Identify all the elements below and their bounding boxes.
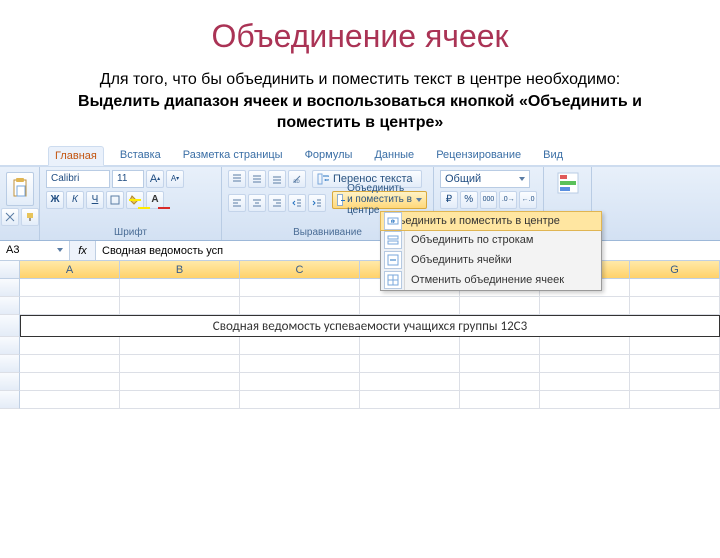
align-left-button[interactable] — [228, 194, 246, 212]
align-right-icon — [272, 198, 282, 208]
tab-insert[interactable]: Вставка — [114, 146, 167, 165]
instruction-bold: Выделить диапазон ячеек и воспользоватьс… — [78, 93, 642, 132]
increase-decimal-button[interactable]: .0→ — [499, 191, 517, 209]
instruction-plain: Для того, что бы объединить и поместить … — [100, 71, 620, 88]
tab-home[interactable]: Главная — [48, 146, 104, 166]
fx-label[interactable]: fx — [70, 241, 96, 260]
font-group: Calibri 11 A▴ A▾ Ж К Ч A Шрифт — [40, 167, 222, 240]
decrease-decimal-button[interactable]: ←.0 — [519, 191, 537, 209]
increase-indent-button[interactable] — [308, 194, 326, 212]
column-header-a[interactable]: A — [20, 261, 120, 278]
border-icon — [110, 195, 120, 205]
chevron-down-icon — [416, 198, 422, 202]
column-headers: A B C D E F G — [0, 261, 720, 279]
percent-button[interactable]: % — [460, 191, 478, 209]
align-center-icon — [252, 198, 262, 208]
ribbon: Calibri 11 A▴ A▾ Ж К Ч A Шрифт — [0, 166, 720, 241]
name-box[interactable]: A3 — [0, 241, 70, 260]
merge-cells-icon — [384, 251, 402, 269]
merge-cells-label: Объединить ячейки — [411, 254, 512, 266]
formula-bar: A3 fx Сводная ведомость усп — [0, 241, 720, 261]
cut-button[interactable] — [1, 208, 19, 226]
align-top-button[interactable] — [228, 170, 246, 188]
column-header-b[interactable]: B — [120, 261, 240, 278]
tab-review[interactable]: Рецензирование — [430, 146, 527, 165]
decrease-decimal-icon: ←.0 — [522, 196, 535, 203]
font-group-label: Шрифт — [46, 227, 215, 240]
font-name-select[interactable]: Calibri — [46, 170, 110, 188]
align-middle-icon — [252, 174, 262, 184]
column-header-g[interactable]: G — [630, 261, 720, 278]
scissors-icon — [5, 212, 15, 222]
merge-across-label: Объединить по строкам — [411, 234, 534, 246]
orientation-button[interactable]: ab — [288, 170, 306, 188]
decrease-indent-icon — [292, 198, 302, 208]
format-painter-button[interactable] — [21, 208, 39, 226]
spreadsheet-grid[interactable]: Сводная ведомость успеваемости учащихся … — [0, 279, 720, 409]
align-middle-button[interactable] — [248, 170, 266, 188]
align-center-button[interactable] — [248, 194, 266, 212]
merge-and-center-label: Объединить и поместить в центре — [384, 215, 560, 227]
merge-and-center-item[interactable]: a Объединить и поместить в центре — [380, 211, 602, 231]
grid-row-merged: Сводная ведомость успеваемости учащихся … — [0, 315, 720, 337]
merge-cells-item[interactable]: Объединить ячейки — [381, 250, 601, 270]
font-size-select[interactable]: 11 — [112, 170, 144, 188]
align-right-button[interactable] — [268, 194, 286, 212]
tab-view[interactable]: Вид — [537, 146, 569, 165]
tab-formulas[interactable]: Формулы — [299, 146, 359, 165]
unmerge-icon — [384, 271, 402, 289]
svg-text:ab: ab — [293, 179, 300, 184]
chevron-down-icon — [519, 177, 525, 181]
paste-button[interactable] — [6, 172, 34, 206]
decrease-indent-button[interactable] — [288, 194, 306, 212]
unmerge-cells-item[interactable]: Отменить объединение ячеек — [381, 270, 601, 290]
conditional-formatting-icon — [556, 171, 580, 195]
merge-center-icon: a — [384, 212, 402, 230]
wrap-text-icon — [317, 173, 329, 185]
currency-button[interactable]: ₽ — [440, 191, 458, 209]
select-all-corner[interactable] — [0, 261, 20, 279]
grow-font-button[interactable]: A▴ — [146, 170, 164, 188]
ribbon-tabs: Главная Вставка Разметка страницы Формул… — [0, 144, 720, 166]
clipboard-label — [18, 227, 21, 240]
unmerge-cells-label: Отменить объединение ячеек — [411, 274, 564, 286]
percent-icon: % — [464, 194, 473, 205]
align-top-icon — [232, 174, 242, 184]
comma-button[interactable]: 000 — [480, 191, 498, 209]
slide-title: Объединение ячеек — [0, 18, 720, 55]
merge-across-item[interactable]: Объединить по строкам — [381, 230, 601, 250]
merge-dropdown-menu: a Объединить и поместить в центре Объеди… — [380, 211, 602, 291]
comma-icon: 000 — [483, 196, 495, 203]
merge-across-icon — [384, 231, 402, 249]
increase-indent-icon — [312, 198, 322, 208]
align-bottom-icon — [272, 174, 282, 184]
merge-center-button[interactable]: Объединить и поместить в центре — [332, 191, 427, 209]
tab-data[interactable]: Данные — [368, 146, 420, 165]
currency-icon: ₽ — [446, 194, 452, 205]
merged-cell[interactable]: Сводная ведомость успеваемости учащихся … — [20, 315, 720, 337]
merge-center-icon — [337, 194, 343, 206]
align-bottom-button[interactable] — [268, 170, 286, 188]
align-left-icon — [232, 198, 242, 208]
clipboard-group — [0, 167, 40, 240]
slide-instruction-text: Для того, что бы объединить и поместить … — [60, 69, 660, 134]
brush-icon — [25, 212, 35, 222]
orientation-icon: ab — [292, 174, 302, 184]
name-box-value: A3 — [6, 240, 19, 260]
column-header-c[interactable]: C — [240, 261, 360, 278]
clipboard-icon — [11, 178, 29, 200]
chevron-down-icon — [57, 248, 63, 252]
number-format-select[interactable]: Общий — [440, 170, 530, 188]
increase-decimal-icon: .0→ — [502, 196, 515, 203]
shrink-font-button[interactable]: A▾ — [166, 170, 184, 188]
number-format-label: Общий — [445, 171, 481, 187]
grow-font-icon: A — [150, 173, 157, 185]
tab-page-layout[interactable]: Разметка страницы — [177, 146, 289, 165]
